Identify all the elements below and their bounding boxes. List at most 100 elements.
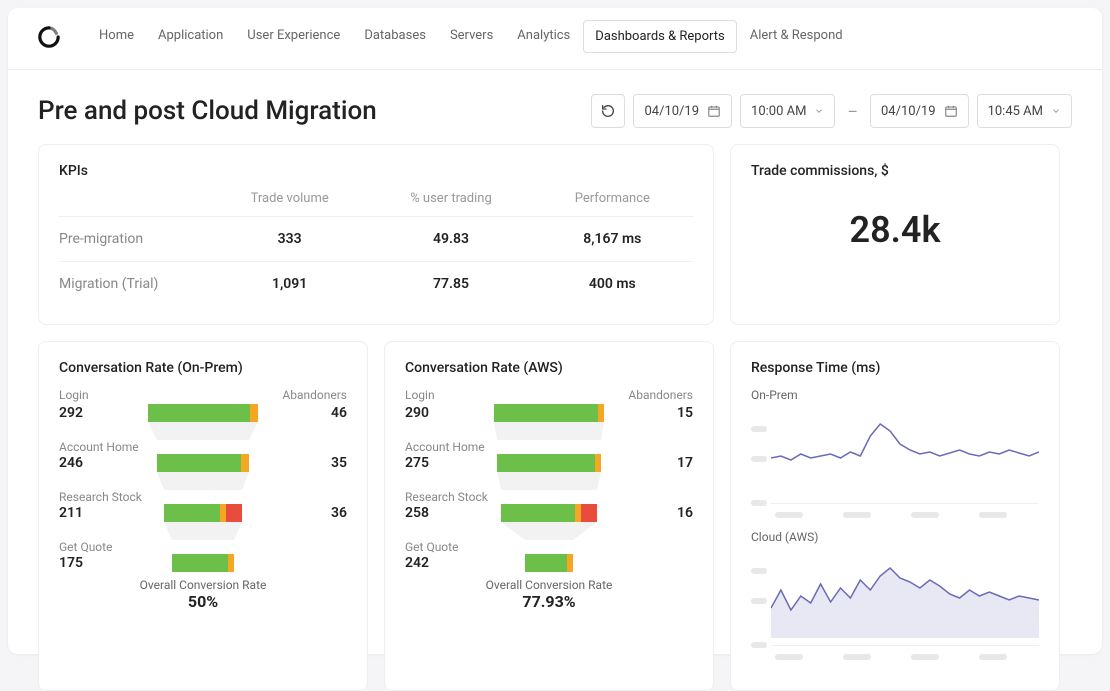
axis-tick xyxy=(979,512,1007,518)
commissions-value: 28.4k xyxy=(751,191,1039,263)
funnel-bar xyxy=(107,554,299,572)
calendar-icon xyxy=(707,104,721,118)
funnel-step-label: Research Stock xyxy=(59,490,347,504)
kpi-value: 400 ms xyxy=(532,276,693,292)
kpi-value: 77.85 xyxy=(370,276,531,292)
commissions-card: Trade commissions, $ 28.4k xyxy=(730,144,1060,325)
funnel-step-count: 275 xyxy=(405,455,445,471)
start-date-input[interactable]: 04/10/19 xyxy=(633,94,732,128)
axis-tick xyxy=(911,654,939,660)
funnel-title: Conversation Rate (On-Prem) xyxy=(59,360,347,376)
funnel-card-onprem: Conversation Rate (On-Prem) Login Abandone… xyxy=(38,341,368,691)
axis-tick xyxy=(775,512,803,518)
funnel-connector xyxy=(59,522,347,540)
funnel-header: Login Abandoners xyxy=(405,388,693,402)
kpi-row-label: Pre-migration xyxy=(59,231,209,247)
funnel-step: 175 xyxy=(59,554,347,572)
funnel-head-left: Login xyxy=(59,388,89,402)
kpi-value: 49.83 xyxy=(370,231,531,247)
funnel-step-label: Get Quote xyxy=(405,540,693,554)
end-time-value: 10:45 AM xyxy=(988,104,1043,119)
axis-tick xyxy=(751,598,767,604)
axis-tick xyxy=(843,512,871,518)
funnel-step: 290 15 xyxy=(405,404,693,422)
logo-icon xyxy=(38,26,60,48)
overall-conv-label: Overall Conversion Rate xyxy=(59,578,347,592)
funnel-bar xyxy=(453,554,645,572)
rt-chart-label: On-Prem xyxy=(751,388,1039,402)
top-nav: HomeApplicationUser ExperienceDatabasesS… xyxy=(8,8,1102,70)
kpi-col: Performance xyxy=(532,191,693,206)
rt-chart-label: Cloud (AWS) xyxy=(751,530,1039,544)
kpi-value: 333 xyxy=(209,231,370,247)
funnel-connector xyxy=(405,522,693,540)
axis-tick xyxy=(751,642,767,648)
funnel-step-count: 175 xyxy=(59,555,99,571)
nav-item-home[interactable]: Home xyxy=(88,20,145,53)
nav-item-user-experience[interactable]: User Experience xyxy=(236,20,351,53)
funnel-head-left: Login xyxy=(405,388,435,402)
overall-conv-label: Overall Conversion Rate xyxy=(405,578,693,592)
funnel-step-count: 292 xyxy=(59,405,99,421)
funnel-step-count: 246 xyxy=(59,455,99,471)
funnel-step: 27517 xyxy=(405,454,693,472)
refresh-button[interactable] xyxy=(591,94,625,128)
funnel-head-right: Abandoners xyxy=(282,388,347,402)
funnel-step: 242 xyxy=(405,554,693,572)
funnel-step-label: Research Stock xyxy=(405,490,693,504)
funnel-abandoner-count: 35 xyxy=(307,455,347,471)
axis-tick xyxy=(911,512,939,518)
kpi-title: KPIs xyxy=(59,163,693,179)
funnel-card-aws: Conversation Rate (AWS) Login Abandoners 29… xyxy=(384,341,714,691)
chevron-down-icon xyxy=(1051,106,1061,116)
funnel-step: 246 35 xyxy=(59,454,347,472)
funnel-connector xyxy=(405,472,693,490)
nav-item-databases[interactable]: Databases xyxy=(353,20,437,53)
axis-tick xyxy=(843,654,871,660)
funnel-header: Login Abandoners xyxy=(59,388,347,402)
nav-item-servers[interactable]: Servers xyxy=(439,20,504,53)
axis-tick xyxy=(751,500,767,506)
kpi-col: Trade volume xyxy=(209,191,370,206)
overall-conv-rate: 77.93% xyxy=(405,592,693,611)
funnel-head-right: Abandoners xyxy=(628,388,693,402)
funnel-abandoner-count: 16 xyxy=(653,505,693,521)
kpi-value: 8,167 ms xyxy=(532,231,693,247)
end-date-input[interactable]: 04/10/19 xyxy=(870,94,969,128)
chevron-down-icon xyxy=(814,106,824,116)
response-time-card: Response Time (ms) On-PremCloud (AWS) xyxy=(730,341,1060,691)
funnel-step-label: Account Home xyxy=(405,440,693,454)
baseline xyxy=(771,503,1039,504)
end-date-value: 04/10/19 xyxy=(881,104,936,119)
funnel-step-count: 242 xyxy=(405,555,445,571)
funnel-connector xyxy=(59,472,347,490)
nav-item-dashboards-reports[interactable]: Dashboards & Reports xyxy=(583,20,736,53)
calendar-icon xyxy=(944,104,958,118)
start-date-value: 04/10/19 xyxy=(644,104,699,119)
funnel-bar xyxy=(453,404,645,422)
nav-item-alert-respond[interactable]: Alert & Respond xyxy=(739,20,854,53)
axis-tick xyxy=(751,568,767,574)
start-time-input[interactable]: 10:00 AM xyxy=(740,94,835,128)
end-time-input[interactable]: 10:45 AM xyxy=(977,94,1072,128)
sparkline xyxy=(771,416,1039,496)
range-dash: – xyxy=(843,102,862,121)
funnel-step-count: 258 xyxy=(405,505,445,521)
datetime-controls: 04/10/19 10:00 AM – 04/10/19 10:45 AM xyxy=(591,94,1072,128)
funnel-step-label: Account Home xyxy=(59,440,347,454)
funnel-abandoner-count: 15 xyxy=(653,405,693,421)
rt-chart xyxy=(751,408,1039,518)
funnel-step: 258 16 xyxy=(405,504,693,522)
axis-tick xyxy=(979,654,1007,660)
axis-tick xyxy=(775,654,803,660)
sparkline xyxy=(771,558,1039,638)
nav-item-analytics[interactable]: Analytics xyxy=(506,20,581,53)
baseline xyxy=(771,645,1039,646)
kpi-card: KPIs Trade volume % user trading Perform… xyxy=(38,144,714,325)
funnel-bar xyxy=(453,454,645,472)
funnel-step-count: 290 xyxy=(405,405,445,421)
funnel-connector xyxy=(405,422,693,440)
kpi-header: Trade volume % user trading Performance xyxy=(59,191,693,217)
funnel-title: Conversation Rate (AWS) xyxy=(405,360,693,376)
nav-item-application[interactable]: Application xyxy=(147,20,234,53)
